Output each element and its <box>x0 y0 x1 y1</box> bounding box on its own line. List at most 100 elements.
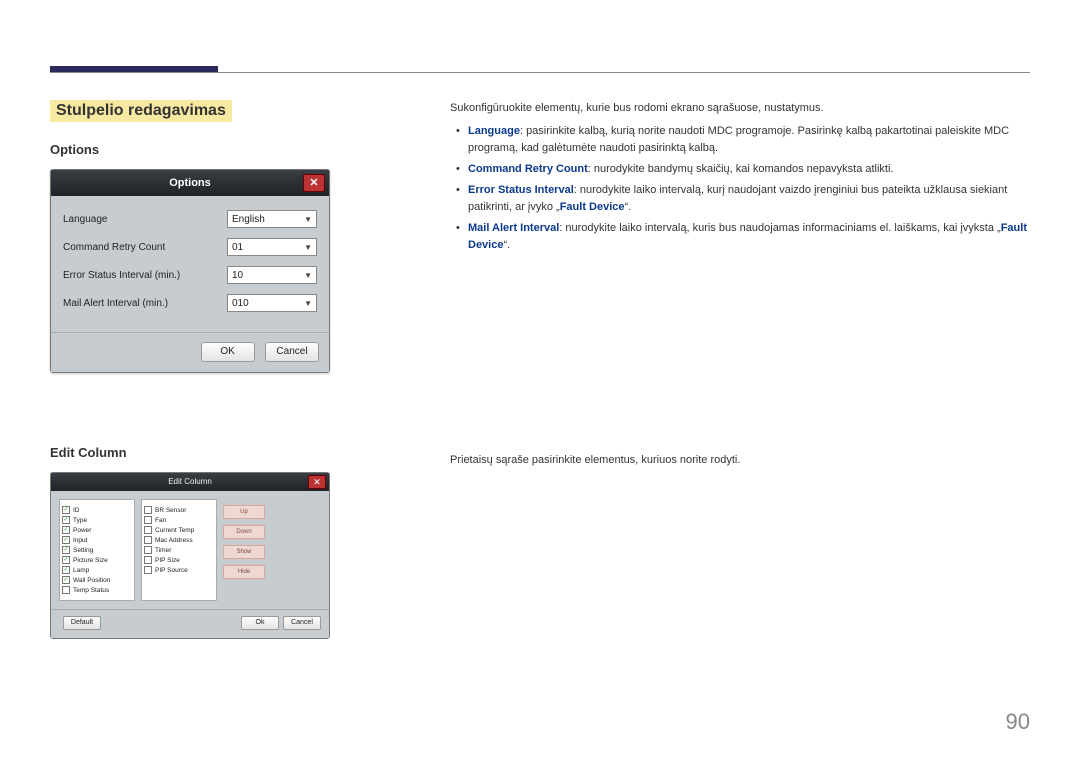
error-interval-select[interactable]: 10 ▼ <box>227 266 317 284</box>
bullet-retry-text: : nurodykite bandymų skaičių, kai komand… <box>588 163 894 175</box>
checkbox-icon[interactable] <box>144 566 152 574</box>
checkbox-icon[interactable] <box>144 546 152 554</box>
list-item[interactable]: Power <box>62 526 132 534</box>
bullet-mail-text-b: “. <box>503 239 510 251</box>
edit-column-dialog: Edit Column ✕ ID Type Power Input Setting Pic… <box>50 472 330 639</box>
checkbox-icon[interactable] <box>144 536 152 544</box>
list-item[interactable]: Input <box>62 536 132 544</box>
list-item[interactable]: Current Temp <box>144 526 214 534</box>
cancel-button[interactable]: Cancel <box>265 342 319 362</box>
list-item-label: Wall Position <box>73 577 110 584</box>
checkbox-icon[interactable] <box>62 506 70 514</box>
chevron-down-icon: ▼ <box>304 215 312 224</box>
retry-value: 01 <box>232 242 243 253</box>
list-item[interactable]: PIP Size <box>144 556 214 564</box>
list-item-label: BR Sensor <box>155 507 186 514</box>
list-item[interactable]: PIP Source <box>144 566 214 574</box>
list-item-label: Current Temp <box>155 527 194 534</box>
list-item-label: Timer <box>155 547 171 554</box>
list-item[interactable]: Timer <box>144 546 214 554</box>
language-value: English <box>232 214 265 225</box>
mail-interval-value: 010 <box>232 298 249 309</box>
close-icon[interactable]: ✕ <box>308 475 326 489</box>
edit-column-list-right: BR Sensor Fan Current Temp Mac Address Timer… <box>141 499 217 601</box>
top-rule <box>50 72 1030 73</box>
hide-button[interactable]: Hide <box>223 565 265 579</box>
edit-column-heading: Edit Column <box>50 445 350 460</box>
options-desc-lead: Sukonfigūruokite elementų, kurie bus rod… <box>450 100 1030 117</box>
bullet-error-interval: Error Status Interval: nurodykite laiko … <box>468 182 1030 216</box>
bullet-mail-label: Mail Alert Interval <box>468 222 559 234</box>
ok-button[interactable]: OK <box>201 342 255 362</box>
mail-interval-select[interactable]: 010 ▼ <box>227 294 317 312</box>
list-item-label: Power <box>73 527 91 534</box>
list-item[interactable]: Wall Position <box>62 576 132 584</box>
list-item-label: PIP Source <box>155 567 188 574</box>
checkbox-icon[interactable] <box>144 506 152 514</box>
list-item[interactable]: Temp Status <box>62 586 132 594</box>
checkbox-icon[interactable] <box>62 566 70 574</box>
list-item-label: Lamp <box>73 567 89 574</box>
bullet-language-label: Language <box>468 125 520 137</box>
checkbox-icon[interactable] <box>144 556 152 564</box>
chevron-down-icon: ▼ <box>304 243 312 252</box>
checkbox-icon[interactable] <box>62 526 70 534</box>
list-item[interactable]: Type <box>62 516 132 524</box>
edit-column-list-left: ID Type Power Input Setting Picture Size Lamp W… <box>59 499 135 601</box>
checkbox-icon[interactable] <box>62 576 70 584</box>
checkbox-icon[interactable] <box>62 546 70 554</box>
checkbox-icon[interactable] <box>62 516 70 524</box>
show-button[interactable]: Show <box>223 545 265 559</box>
checkbox-icon[interactable] <box>144 516 152 524</box>
error-interval-label: Error Status Interval (min.) <box>63 270 227 281</box>
up-button[interactable]: Up <box>223 505 265 519</box>
language-select[interactable]: English ▼ <box>227 210 317 228</box>
bullet-retry: Command Retry Count: nurodykite bandymų … <box>468 161 1030 178</box>
list-item-label: Mac Address <box>155 537 193 544</box>
list-item-label: PIP Size <box>155 557 180 564</box>
list-item[interactable]: Fan <box>144 516 214 524</box>
list-item-label: ID <box>73 507 80 514</box>
bullet-language-text: : pasirinkite kalbą, kurią norite naudot… <box>468 125 1009 154</box>
bullet-mail-text-a: : nurodykite laiko intervalą, kuris bus … <box>559 222 1000 234</box>
list-item-label: Type <box>73 517 87 524</box>
list-item[interactable]: Lamp <box>62 566 132 574</box>
list-item[interactable]: Setting <box>62 546 132 554</box>
page-number: 90 <box>1006 709 1030 735</box>
language-label: Language <box>63 214 227 225</box>
bullet-language: Language: pasirinkite kalbą, kurią norit… <box>468 123 1030 157</box>
checkbox-icon[interactable] <box>144 526 152 534</box>
checkbox-icon[interactable] <box>62 536 70 544</box>
bullet-error-text-b: “. <box>625 201 632 213</box>
checkbox-icon[interactable] <box>62 586 70 594</box>
default-button[interactable]: Default <box>63 616 101 630</box>
mail-interval-label: Mail Alert Interval (min.) <box>63 298 227 309</box>
cancel-button[interactable]: Cancel <box>283 616 321 630</box>
section-title: Stulpelio redagavimas <box>50 100 232 122</box>
list-item-label: Temp Status <box>73 587 109 594</box>
bullet-retry-label: Command Retry Count <box>468 163 588 175</box>
list-item[interactable]: Mac Address <box>144 536 214 544</box>
options-dialog: Options ✕ Language English ▼ Command Ret… <box>50 169 330 373</box>
list-item-label: Picture Size <box>73 557 108 564</box>
list-item-label: Fan <box>155 517 166 524</box>
retry-label: Command Retry Count <box>63 242 227 253</box>
down-button[interactable]: Down <box>223 525 265 539</box>
list-item[interactable]: BR Sensor <box>144 506 214 514</box>
ok-button[interactable]: Ok <box>241 616 279 630</box>
retry-select[interactable]: 01 ▼ <box>227 238 317 256</box>
edit-column-desc: Prietaisų sąraše pasirinkite elementus, … <box>450 452 1030 469</box>
chevron-down-icon: ▼ <box>304 271 312 280</box>
options-title: Options <box>169 177 211 189</box>
options-heading: Options <box>50 142 350 157</box>
edit-column-title: Edit Column <box>168 477 212 486</box>
top-accent-bar <box>50 66 218 72</box>
bullet-error-label: Error Status Interval <box>468 184 574 196</box>
checkbox-icon[interactable] <box>62 556 70 564</box>
list-item[interactable]: ID <box>62 506 132 514</box>
options-titlebar: Options ✕ <box>51 170 329 196</box>
edit-column-titlebar: Edit Column ✕ <box>51 473 329 491</box>
close-icon[interactable]: ✕ <box>303 174 325 192</box>
list-item[interactable]: Picture Size <box>62 556 132 564</box>
list-item-label: Input <box>73 537 87 544</box>
